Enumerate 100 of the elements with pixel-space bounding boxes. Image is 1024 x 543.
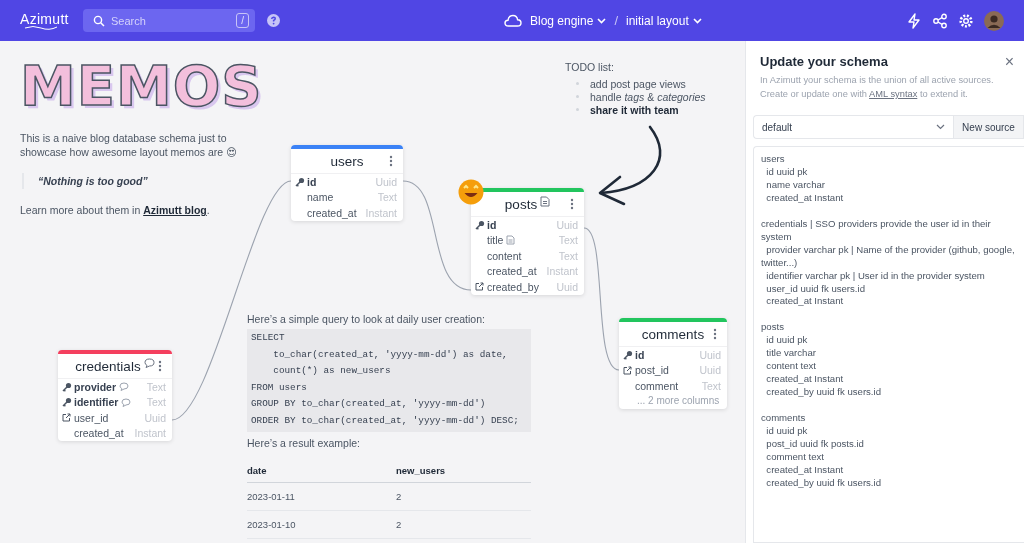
todo-item: handle tags & categories xyxy=(590,90,706,103)
column-name: identifier xyxy=(74,396,119,409)
column-row[interactable]: provider Text xyxy=(58,379,172,395)
source-select[interactable]: default xyxy=(753,115,953,139)
kebab-menu-icon[interactable] xyxy=(158,360,162,372)
memo-paragraph: Here’s a simple query to look at daily user creation: xyxy=(247,312,486,326)
chevron-down-icon xyxy=(692,17,702,24)
column-name: created_at xyxy=(487,265,537,278)
table-name: credentials xyxy=(75,358,141,374)
column-name: id xyxy=(635,348,645,361)
column-type: Uuid xyxy=(698,364,721,377)
column-row[interactable]: id Uuid xyxy=(471,217,584,233)
column-type: Text xyxy=(557,234,578,247)
column-type: Uuid xyxy=(555,218,578,231)
column-name: provider xyxy=(74,380,116,393)
column-type: Uuid xyxy=(555,280,578,293)
memo-quote: “Nothing is too good” xyxy=(22,173,270,189)
column-row[interactable]: user_id Uuid xyxy=(58,410,172,426)
memo-paragraph: This is a naive blog database schema just to showcase how awesome layout memos are 😍 xyxy=(20,131,238,159)
column-type: Text xyxy=(376,191,397,204)
column-row[interactable]: id Uuid xyxy=(291,174,403,190)
memo-paragraph: Here’s a result example: xyxy=(247,435,362,450)
column-row[interactable]: created_at Instant xyxy=(58,425,172,441)
column-row[interactable]: name Text xyxy=(291,189,403,205)
blog-link[interactable]: Azimutt blog xyxy=(143,204,207,216)
panel-title: Update your schema xyxy=(760,54,888,69)
table-card[interactable]: comments id Uuid post_id Uuid comment Text ... 2 more columns xyxy=(619,318,727,409)
column-name: id xyxy=(307,175,317,188)
column-type: Uuid xyxy=(374,175,397,188)
app-logo[interactable]: Azimutt xyxy=(20,11,69,27)
column-type: Instant xyxy=(133,427,166,440)
table-cell-text: 2 xyxy=(396,518,403,530)
column-name: name xyxy=(307,191,334,204)
column-row[interactable]: created_at Instant xyxy=(471,263,584,279)
logo-squiggle-icon xyxy=(24,25,58,30)
todo-item: add post page views xyxy=(590,77,686,90)
lightning-icon[interactable] xyxy=(906,12,922,29)
column-header: new_users xyxy=(396,465,447,477)
column-row[interactable]: post_id Uuid xyxy=(619,362,727,378)
chevron-down-icon xyxy=(597,17,607,24)
kebab-menu-icon[interactable] xyxy=(570,198,574,210)
table-name: comments xyxy=(641,326,705,342)
aml-syntax-link[interactable]: AML syntax xyxy=(869,89,918,99)
panel-description: In Azimutt your schema is the union of all active sources. Create or update one with AML syntax to extend it. xyxy=(760,74,995,101)
column-name: comment xyxy=(635,379,679,392)
schema-editor[interactable]: users id uuid pk name varchar created_at Instant credentials | SSO providers provide the user id in their system provider varchar pk | Name of the provider (github, google, twitter...) identifier varchar pk | User id in the provider system user_id uuid fk users.id created_at Instant posts id uuid pk title varchar content text created_at Instant created_by uuid fk users.id comments id uuid pk post_id uuid fk posts.id comment text created_at Instant created_by uuid fk users.id xyxy=(753,146,1024,543)
column-row[interactable]: content Text xyxy=(471,248,584,264)
column-name: user_id xyxy=(74,411,109,424)
share-icon[interactable] xyxy=(932,12,948,29)
todo-title: TODO list: xyxy=(565,61,615,73)
column-name: post_id xyxy=(635,364,669,377)
table-cell-text: 2 xyxy=(396,490,403,502)
close-button[interactable]: × xyxy=(1004,54,1014,69)
table-card[interactable]: posts id Uuid title Text content Text created_at Instant created_by Uuid xyxy=(471,188,584,295)
column-row[interactable]: created_by Uuid xyxy=(471,279,584,295)
todo-item: share it with team xyxy=(590,103,679,116)
column-type: Text xyxy=(145,396,166,409)
kebab-menu-icon[interactable] xyxy=(713,328,717,340)
column-row[interactable]: created_at Instant xyxy=(291,205,403,221)
help-icon[interactable] xyxy=(267,14,280,27)
column-name: id xyxy=(487,218,497,231)
column-row[interactable]: title Text xyxy=(471,232,584,248)
avatar[interactable] xyxy=(984,10,1004,31)
kebab-menu-icon[interactable] xyxy=(389,155,393,167)
settings-icon[interactable] xyxy=(958,12,974,29)
column-name: title xyxy=(487,234,504,247)
column-row[interactable]: identifier Text xyxy=(58,394,172,410)
column-name: created_at xyxy=(74,427,124,440)
column-type: Instant xyxy=(545,265,578,278)
table-card[interactable]: credentials provider Text identifier Text user_id Uuid created_at Instant xyxy=(58,350,172,441)
bullet-icon xyxy=(576,82,579,85)
project-dropdown[interactable]: Blog engine xyxy=(530,13,607,28)
table-cell-text: 2023-01-11 xyxy=(247,490,296,502)
new-source-button[interactable]: New source xyxy=(953,115,1024,139)
column-name: content xyxy=(487,249,522,262)
column-type: Uuid xyxy=(143,411,166,424)
table-name: posts xyxy=(504,196,538,212)
column-row[interactable]: id Uuid xyxy=(619,347,727,363)
bullet-icon xyxy=(576,95,579,98)
table-cell-text: 2023-01-10 xyxy=(247,518,297,530)
bullet-icon xyxy=(576,108,579,111)
column-type: Instant xyxy=(364,206,397,219)
table-name: users xyxy=(330,153,364,169)
column-row[interactable]: comment Text xyxy=(619,378,727,394)
code-block: SELECT to_char(created_at, 'yyyy-mm-dd') as date, count(*) as new_users FROM users GROUP BY to_char(created_at, 'yyyy-mm-dd') ORDER BY to_char(created_at, 'yyyy-mm-dd') DESC; xyxy=(247,329,531,432)
table-card[interactable]: users id Uuid name Text created_at Instant xyxy=(291,145,403,221)
cloud-icon xyxy=(504,14,522,27)
chevron-down-icon xyxy=(936,124,945,130)
column-type: Text xyxy=(145,380,166,393)
memo-paragraph: Learn more about them in Azimutt blog. xyxy=(20,203,211,217)
column-type: Text xyxy=(700,379,721,392)
breadcrumb-separator: / xyxy=(614,13,618,28)
layout-dropdown[interactable]: initial layout xyxy=(626,13,702,28)
column-header: date xyxy=(247,465,268,477)
column-type: Uuid xyxy=(698,348,721,361)
search-icon xyxy=(93,15,105,27)
shortcut-key: / xyxy=(236,13,249,28)
column-type: Text xyxy=(557,249,578,262)
column-name: created_by xyxy=(487,280,539,293)
column-name: created_at xyxy=(307,206,357,219)
